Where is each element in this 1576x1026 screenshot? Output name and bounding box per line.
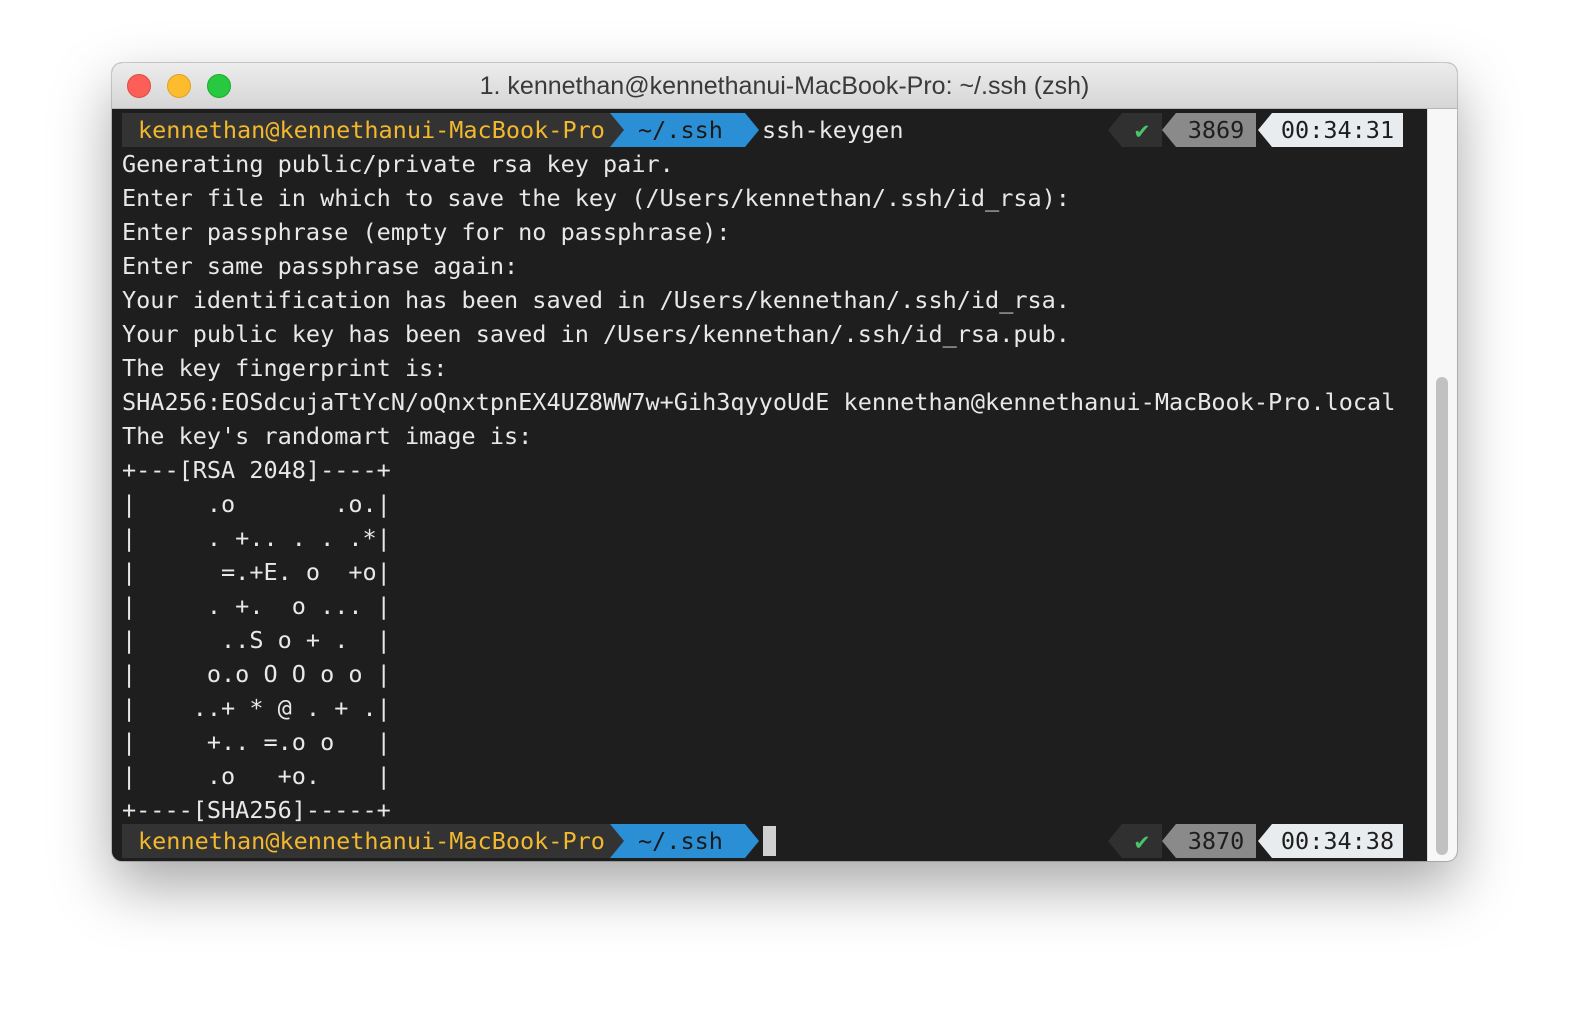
prompt-line: kennethan@kennethanui-MacBook-Pro ~/.ssh… xyxy=(122,113,1403,147)
output-line: The key's randomart image is: xyxy=(122,422,533,450)
status-check-icon: ✔ xyxy=(1108,824,1162,858)
randomart-line: | +.. =.o o | xyxy=(122,728,391,756)
randomart-line: | ..S o + . | xyxy=(122,626,391,654)
randomart-line: +---[RSA 2048]----+ xyxy=(122,456,391,484)
randomart-line: | o.o O O o o | xyxy=(122,660,391,688)
randomart-line: | . +.. . . .*| xyxy=(122,524,391,552)
output-line: Enter file in which to save the key (/Us… xyxy=(122,184,1070,212)
output-line: Your identification has been saved in /U… xyxy=(122,286,1070,314)
randomart-line: | ..+ * @ . + .| xyxy=(122,694,391,722)
randomart-line: +----[SHA256]-----+ xyxy=(122,796,391,824)
prompt-user-segment: kennethan@kennethanui-MacBook-Pro xyxy=(122,824,621,858)
randomart-line: | . +. o ... | xyxy=(122,592,391,620)
prompt-user-segment: kennethan@kennethanui-MacBook-Pro xyxy=(122,113,621,147)
prompt-time: 00:34:31 xyxy=(1258,113,1403,147)
prompt-directory-segment: ~/.ssh xyxy=(610,113,759,147)
prompt-line: kennethan@kennethanui-MacBook-Pro ~/.ssh… xyxy=(122,824,1403,858)
prompt-directory-segment: ~/.ssh xyxy=(610,824,759,858)
status-check-icon: ✔ xyxy=(1108,113,1162,147)
prompt-time: 00:34:38 xyxy=(1258,824,1403,858)
terminal-window: 1. kennethan@kennethanui-MacBook-Pro: ~/… xyxy=(112,63,1457,861)
output-line: Generating public/private rsa key pair. xyxy=(122,150,674,178)
title-bar[interactable]: 1. kennethan@kennethanui-MacBook-Pro: ~/… xyxy=(112,63,1457,109)
output-line: Enter passphrase (empty for no passphras… xyxy=(122,218,731,246)
output-line: Your public key has been saved in /Users… xyxy=(122,320,1070,348)
randomart-line: | .o .o.| xyxy=(122,490,391,518)
history-number: 3869 xyxy=(1162,113,1256,147)
window-title: 1. kennethan@kennethanui-MacBook-Pro: ~/… xyxy=(479,72,1090,100)
output-line: The key fingerprint is: xyxy=(122,354,448,382)
text-cursor[interactable] xyxy=(763,826,776,856)
randomart-line: | =.+E. o +o| xyxy=(122,558,391,586)
randomart-line: | .o +o. | xyxy=(122,762,391,790)
history-number: 3870 xyxy=(1162,824,1256,858)
command-text: ssh-keygen xyxy=(762,116,904,144)
scrollbar-thumb[interactable] xyxy=(1436,377,1448,855)
output-line: SHA256:EOSdcujaTtYcN/oQnxtpnEX4UZ8WW7w+G… xyxy=(122,388,1396,416)
scrollbar-track[interactable] xyxy=(1427,109,1457,861)
terminal-content[interactable]: kennethan@kennethanui-MacBook-Pro ~/.ssh… xyxy=(112,109,1427,861)
output-line: Enter same passphrase again: xyxy=(122,252,519,280)
